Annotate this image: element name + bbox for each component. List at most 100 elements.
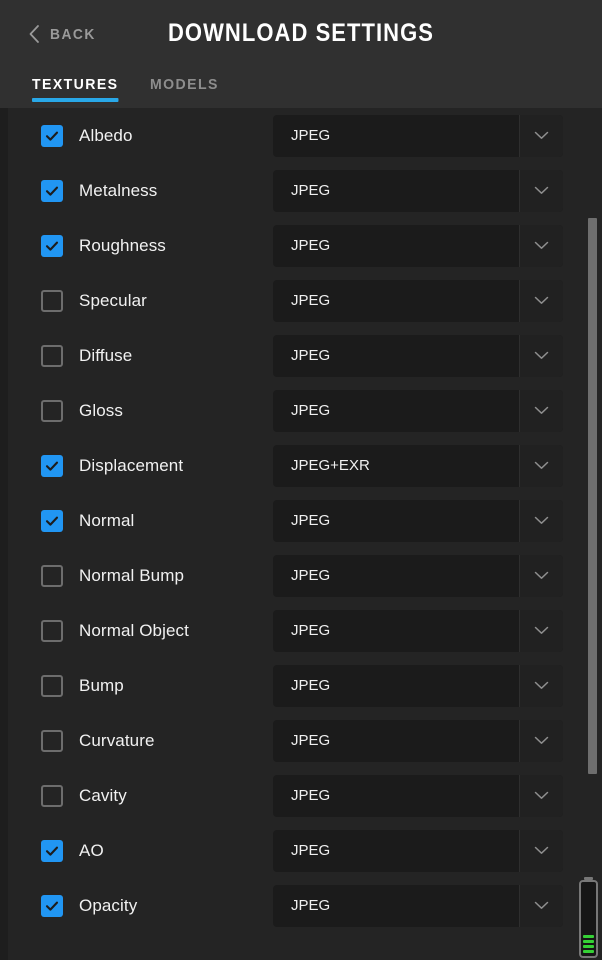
- format-value: JPEG: [291, 732, 331, 749]
- chevron-down-icon[interactable]: [519, 224, 563, 267]
- chevron-down-icon[interactable]: [519, 609, 563, 652]
- checkbox-normal[interactable]: [41, 509, 63, 532]
- checkbox-ao[interactable]: [41, 839, 63, 862]
- checkbox-displacement[interactable]: [41, 454, 63, 477]
- tab-models[interactable]: MODELS: [150, 76, 219, 102]
- chevron-down-icon[interactable]: [519, 664, 563, 707]
- battery-level-bar: [583, 935, 594, 938]
- format-dropdown-specular[interactable]: JPEG: [273, 279, 563, 322]
- tab-bar: TEXTURES MODELS: [32, 76, 223, 102]
- scrollbar-thumb[interactable]: [588, 218, 597, 774]
- checkbox-specular[interactable]: [41, 289, 63, 312]
- checkbox-metalness[interactable]: [41, 179, 63, 202]
- checkbox-roughness[interactable]: [41, 234, 63, 257]
- format-dropdown-albedo[interactable]: JPEG: [273, 114, 563, 157]
- format-dropdown-metalness[interactable]: JPEG: [273, 169, 563, 212]
- format-dropdown-curvature[interactable]: JPEG: [273, 719, 563, 762]
- format-dropdown-roughness[interactable]: JPEG: [273, 224, 563, 267]
- table-row: Specular JPEG: [8, 273, 602, 328]
- table-row: AO JPEG: [8, 823, 602, 878]
- format-dropdown-ao[interactable]: JPEG: [273, 829, 563, 872]
- table-row: Bump JPEG: [8, 658, 602, 713]
- checkbox-gloss[interactable]: [41, 399, 63, 422]
- scrollbar-track[interactable]: [588, 108, 602, 960]
- checkbox-cavity[interactable]: [41, 784, 63, 807]
- format-value: JPEG: [291, 567, 331, 584]
- table-row: Diffuse JPEG: [8, 328, 602, 383]
- texture-label: Diffuse: [79, 345, 133, 365]
- chevron-down-icon[interactable]: [519, 334, 563, 377]
- format-dropdown-displacement[interactable]: JPEG+EXR: [273, 444, 563, 487]
- checkbox-unchecked-icon: [41, 674, 63, 697]
- table-row: Cavity JPEG: [8, 768, 602, 823]
- chevron-down-icon[interactable]: [519, 719, 563, 762]
- checkbox-normal-object[interactable]: [41, 619, 63, 642]
- checkbox-unchecked-icon: [41, 399, 63, 422]
- format-value: JPEG: [291, 842, 331, 859]
- table-row: Normal JPEG: [8, 493, 602, 548]
- texture-rows-container: Albedo JPEG Metalness JPEG Roughness JPEG Spec…: [8, 108, 602, 933]
- texture-label: Gloss: [79, 400, 123, 420]
- format-dropdown-normal-object[interactable]: JPEG: [273, 609, 563, 652]
- battery-icon: [579, 880, 598, 958]
- tab-textures[interactable]: TEXTURES: [32, 76, 119, 102]
- checkbox-unchecked-icon: [41, 564, 63, 587]
- format-dropdown-gloss[interactable]: JPEG: [273, 389, 563, 432]
- tab-textures-label: TEXTURES: [32, 76, 119, 93]
- checkbox-albedo[interactable]: [41, 124, 63, 147]
- chevron-down-icon[interactable]: [519, 829, 563, 872]
- checkbox-bump[interactable]: [41, 674, 63, 697]
- chevron-down-icon[interactable]: [519, 279, 563, 322]
- format-value: JPEG: [291, 787, 331, 804]
- format-value: JPEG: [291, 402, 331, 419]
- checkbox-normal-bump[interactable]: [41, 564, 63, 587]
- format-value: JPEG: [291, 512, 331, 529]
- table-row: Normal Object JPEG: [8, 603, 602, 658]
- checkbox-diffuse[interactable]: [41, 344, 63, 367]
- checkbox-opacity[interactable]: [41, 894, 63, 917]
- table-row: Displacement JPEG+EXR: [8, 438, 602, 493]
- format-value: JPEG: [291, 897, 331, 914]
- checkbox-checked-icon: [41, 839, 63, 862]
- chevron-down-icon[interactable]: [519, 884, 563, 927]
- texture-label: Curvature: [79, 730, 155, 750]
- format-dropdown-diffuse[interactable]: JPEG: [273, 334, 563, 377]
- texture-label: Metalness: [79, 180, 158, 200]
- texture-label: Normal Bump: [79, 565, 185, 585]
- format-value: JPEG: [291, 127, 331, 144]
- checkbox-curvature[interactable]: [41, 729, 63, 752]
- format-dropdown-opacity[interactable]: JPEG: [273, 884, 563, 927]
- format-dropdown-normal[interactable]: JPEG: [273, 499, 563, 542]
- texture-label: AO: [79, 840, 104, 860]
- chevron-down-icon[interactable]: [519, 169, 563, 212]
- chevron-down-icon[interactable]: [519, 389, 563, 432]
- texture-label: Roughness: [79, 235, 166, 255]
- header-bar: BACK DOWNLOAD SETTINGS TEXTURES MODELS: [0, 0, 602, 108]
- page-title: DOWNLOAD SETTINGS: [167, 19, 435, 47]
- download-settings-screen: BACK DOWNLOAD SETTINGS TEXTURES MODELS A…: [0, 0, 602, 960]
- battery-level-bar: [583, 940, 594, 943]
- table-row: Metalness JPEG: [8, 163, 602, 218]
- format-dropdown-cavity[interactable]: JPEG: [273, 774, 563, 817]
- texture-label: Specular: [79, 290, 147, 310]
- format-dropdown-normal-bump[interactable]: JPEG: [273, 554, 563, 597]
- tab-active-indicator: [32, 98, 119, 102]
- texture-label: Normal: [79, 510, 135, 530]
- checkbox-unchecked-icon: [41, 729, 63, 752]
- chevron-down-icon[interactable]: [519, 444, 563, 487]
- checkbox-unchecked-icon: [41, 344, 63, 367]
- battery-level-bar: [583, 950, 594, 953]
- checkbox-checked-icon: [41, 179, 63, 202]
- chevron-down-icon[interactable]: [519, 554, 563, 597]
- table-row: Albedo JPEG: [8, 108, 602, 163]
- table-row: Normal Bump JPEG: [8, 548, 602, 603]
- chevron-down-icon[interactable]: [519, 114, 563, 157]
- texture-label: Cavity: [79, 785, 127, 805]
- checkbox-checked-icon: [41, 454, 63, 477]
- chevron-down-icon[interactable]: [519, 774, 563, 817]
- format-dropdown-bump[interactable]: JPEG: [273, 664, 563, 707]
- checkbox-unchecked-icon: [41, 784, 63, 807]
- chevron-down-icon[interactable]: [519, 499, 563, 542]
- format-value: JPEG: [291, 182, 331, 199]
- format-value: JPEG+EXR: [291, 457, 370, 474]
